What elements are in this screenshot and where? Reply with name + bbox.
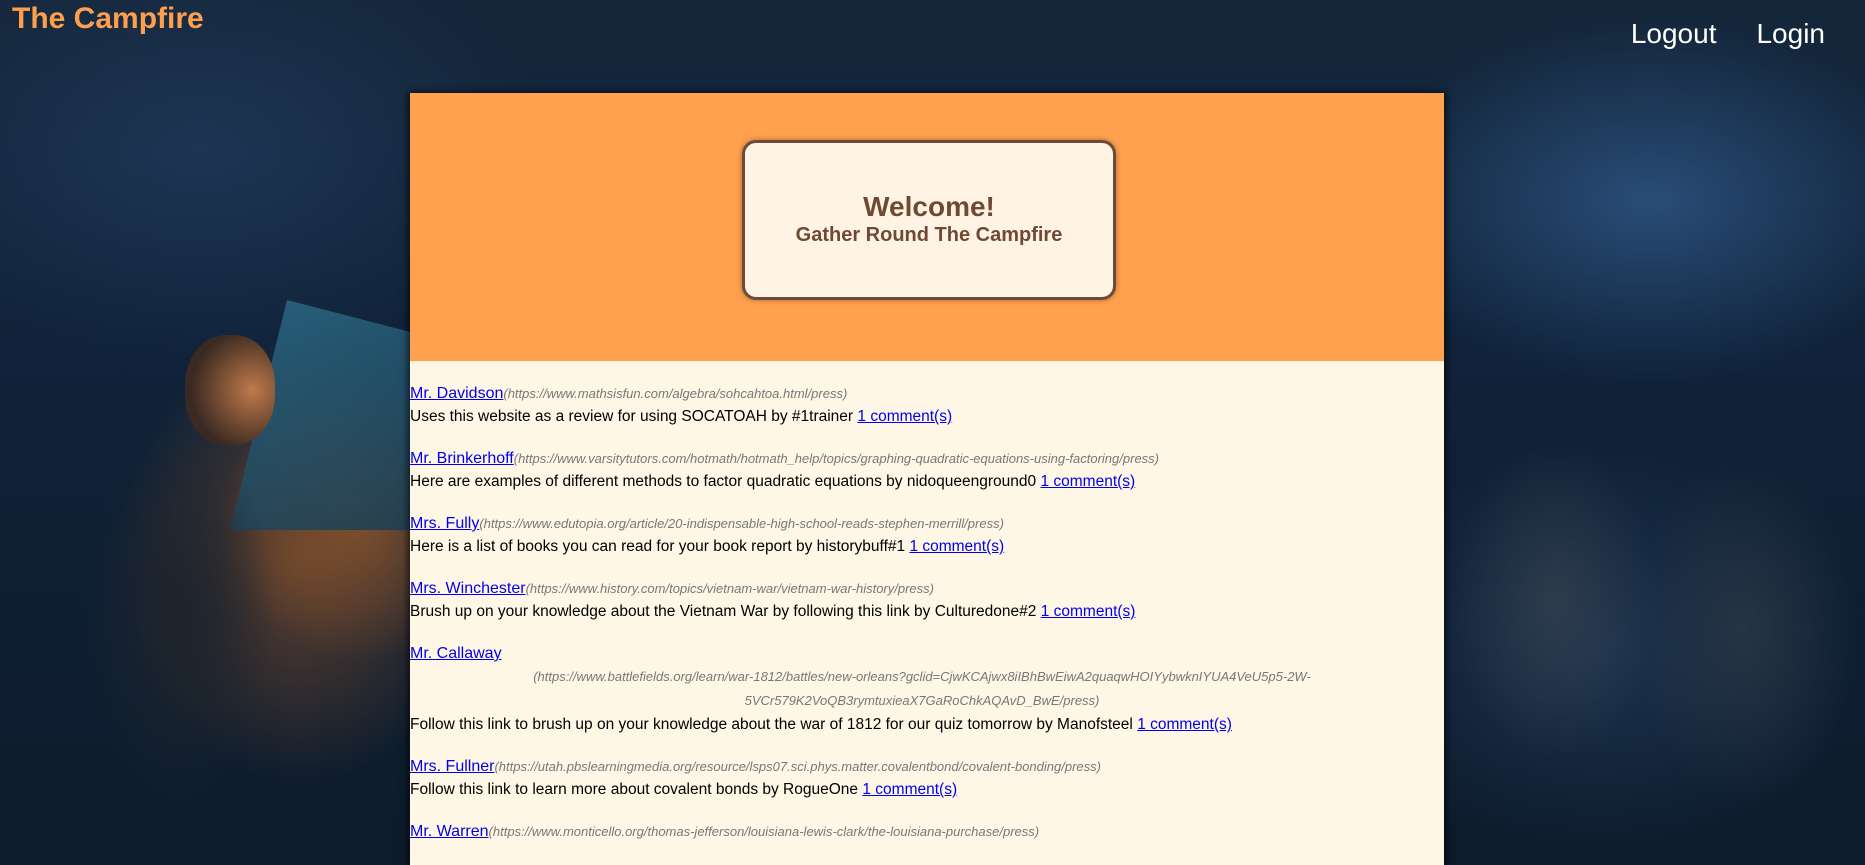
welcome-subtitle: Gather Round The Campfire — [795, 224, 1063, 246]
post-url: (https://www.battlefields.org/learn/war-… — [533, 669, 1311, 708]
list-item: 5. Mr. Callaway (https://www.battlefield… — [410, 643, 1444, 737]
post-description: Follow this link to brush up on your kno… — [410, 716, 1133, 733]
comments-link[interactable]: 1 comment(s) — [862, 781, 957, 798]
comments-link[interactable]: 1 comment(s) — [857, 408, 952, 425]
person-by-fire-image — [30, 320, 330, 865]
post-list: 1. Mr. Davidson(https://www.mathsisfun.c… — [410, 383, 1444, 862]
post-description: Brush up on your knowledge about the Vie… — [410, 603, 1037, 620]
welcome-banner: Welcome! Gather Round The Campfire — [410, 93, 1444, 361]
top-nav: Logout Login — [1631, 18, 1825, 50]
list-item: 2. Mr. Brinkerhoff(https://www.varsitytu… — [410, 448, 1444, 494]
main-content: Welcome! Gather Round The Campfire 1. Mr… — [410, 93, 1444, 865]
post-url: (https://www.history.com/topics/vietnam-… — [525, 581, 934, 596]
post-author-link[interactable]: Mr. Davidson — [410, 385, 503, 402]
post-description: Uses this website as a review for using … — [410, 408, 854, 425]
post-url: (https://www.edutopia.org/article/20-ind… — [479, 516, 1004, 531]
list-item: 4. Mrs. Winchester(https://www.history.c… — [410, 578, 1444, 624]
list-item: 1. Mr. Davidson(https://www.mathsisfun.c… — [410, 383, 1444, 429]
post-author-link[interactable]: Mr. Brinkerhoff — [410, 450, 514, 467]
post-description: Here are examples of different methods t… — [410, 473, 1037, 490]
post-description: Follow this link to learn more about cov… — [410, 781, 859, 798]
list-item: 3. Mrs. Fully(https://www.edutopia.org/a… — [410, 513, 1444, 559]
post-author-link[interactable]: Mrs. Fully — [410, 515, 479, 532]
post-author-link[interactable]: Mr. Warren — [410, 823, 489, 840]
person-head — [185, 335, 275, 445]
post-description: Here is a list of books you can read for… — [410, 538, 906, 555]
welcome-title: Welcome! — [863, 191, 995, 222]
list-item: 7. Mr. Warren(https://www.monticello.org… — [410, 821, 1444, 843]
login-link[interactable]: Login — [1756, 18, 1825, 50]
list-item: 6. Mrs. Fullner(https://utah.pbslearning… — [410, 756, 1444, 802]
post-url: (https://utah.pbslearningmedia.org/resou… — [494, 759, 1101, 774]
post-url: (https://www.varsitytutors.com/hotmath/h… — [513, 451, 1160, 466]
campers-image — [1445, 400, 1865, 865]
post-url: (https://www.mathsisfun.com/algebra/sohc… — [503, 386, 848, 401]
post-url: (https://www.monticello.org/thomas-jeffe… — [488, 824, 1040, 839]
post-author-link[interactable]: Mr. Callaway — [410, 645, 502, 662]
welcome-box: Welcome! Gather Round The Campfire — [742, 140, 1116, 300]
comments-link[interactable]: 1 comment(s) — [909, 538, 1004, 555]
post-author-link[interactable]: Mrs. Winchester — [410, 580, 526, 597]
comments-link[interactable]: 1 comment(s) — [1040, 473, 1135, 490]
post-author-link[interactable]: Mrs. Fullner — [410, 758, 494, 775]
comments-link[interactable]: 1 comment(s) — [1137, 716, 1232, 733]
site-title[interactable]: The Campfire — [12, 2, 204, 36]
comments-link[interactable]: 1 comment(s) — [1041, 603, 1136, 620]
logout-link[interactable]: Logout — [1631, 18, 1717, 50]
